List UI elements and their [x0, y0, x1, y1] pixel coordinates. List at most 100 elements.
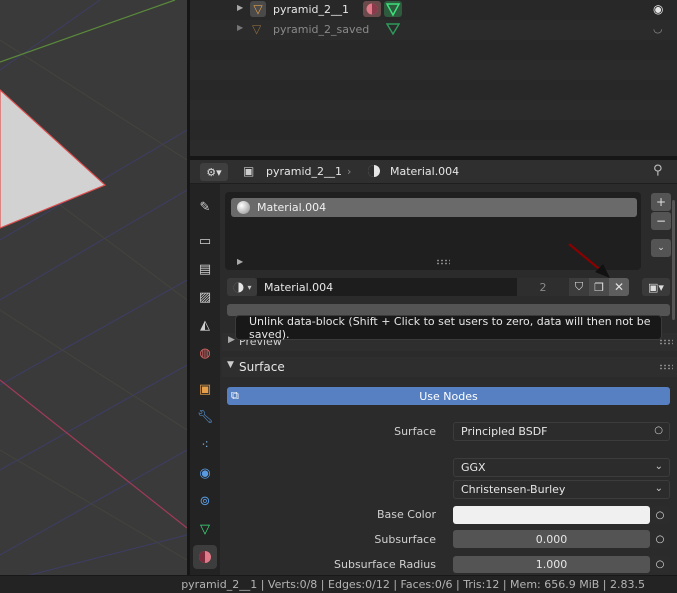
- node-socket-icon: ○: [655, 509, 665, 521]
- world-icon: ◍: [199, 345, 211, 361]
- subsurface-radius-label: Subsurface Radius: [334, 558, 436, 571]
- mesh-data-icon: ▽: [200, 521, 210, 537]
- disclosure-triangle-icon[interactable]: ▶: [237, 23, 243, 32]
- use-nodes-button[interactable]: ⧉ Use Nodes: [227, 387, 670, 405]
- outliner-row: [190, 80, 677, 100]
- panel-drag-handle[interactable]: [659, 339, 673, 345]
- outliner-row: [190, 100, 677, 120]
- tab-mesh-data[interactable]: ▽: [193, 517, 217, 541]
- subsurface-value-field[interactable]: 0.000: [453, 530, 650, 548]
- unlink-tooltip: Unlink data-block (Shift + Click to set …: [235, 315, 662, 341]
- object-icon: ▣: [198, 381, 212, 397]
- outliner-row[interactable]: ▶ ▽ pyramid_2__1 ◉: [190, 0, 677, 20]
- tab-modifiers[interactable]: 🔧︎: [193, 405, 217, 429]
- printer-icon: ▤: [198, 261, 212, 277]
- tab-object[interactable]: ▣: [193, 377, 217, 401]
- tab-physics[interactable]: ◉: [193, 461, 217, 485]
- wrench-icon: 🔧︎: [196, 409, 214, 425]
- constraint-icon: ⊚: [199, 493, 211, 509]
- node-socket-icon: ○: [654, 425, 663, 436]
- 3d-viewport[interactable]: [0, 0, 187, 575]
- panel-drag-handle[interactable]: [659, 364, 673, 370]
- editor-type-menu[interactable]: ⚙▾: [200, 163, 228, 181]
- browse-material-button[interactable]: ▾: [227, 278, 257, 296]
- distribution-value: GGX: [461, 461, 486, 474]
- subsurface-radius-field[interactable]: 1.000: [453, 556, 650, 573]
- base-color-label: Base Color: [376, 508, 436, 521]
- outliner-row: [190, 40, 677, 60]
- node-socket-icon: ○: [655, 559, 665, 570]
- tab-world[interactable]: ◍: [193, 341, 217, 365]
- material-icon: [366, 163, 382, 182]
- surface-label: Surface: [394, 425, 436, 438]
- base-color-swatch[interactable]: [453, 506, 650, 524]
- chevron-down-icon: ⌄: [654, 483, 663, 494]
- subsurface-method-value: Christensen-Burley: [461, 483, 566, 496]
- collapse-triangle-icon: ▶: [228, 335, 235, 345]
- tab-tool[interactable]: ✎: [193, 195, 217, 219]
- tool-icon: ✎: [199, 199, 211, 215]
- subsurface-method-dropdown[interactable]: Christensen-Burley ⌄: [453, 480, 670, 499]
- object-data-icon: ▣: [243, 164, 255, 178]
- material-name-field[interactable]: Material.004: [257, 278, 517, 296]
- annotation-arrow: [568, 243, 610, 278]
- subsurface-socket-button[interactable]: ○: [650, 530, 670, 548]
- use-nodes-label: Use Nodes: [419, 389, 478, 403]
- object-icon: ▽: [252, 22, 262, 36]
- material-slot-item[interactable]: Material.004: [231, 198, 637, 217]
- mesh-data-icon[interactable]: [384, 1, 402, 17]
- disclosure-triangle-icon[interactable]: ▶: [237, 3, 243, 12]
- breadcrumb-material: Material.004: [390, 165, 460, 178]
- material-preview-icon: [237, 201, 250, 214]
- scrollbar[interactable]: [672, 200, 675, 320]
- surface-panel-header[interactable]: ▼ Surface: [222, 357, 677, 377]
- material-icon[interactable]: [363, 1, 381, 17]
- tab-material[interactable]: [193, 545, 217, 569]
- outliner-row: [190, 140, 677, 156]
- pin-icon[interactable]: ⚲: [653, 163, 663, 178]
- remove-slot-button[interactable]: −: [651, 212, 671, 230]
- outliner-row[interactable]: ▶ ▽ pyramid_2_saved ◡: [190, 20, 677, 40]
- outliner[interactable]: ▶ ▽ pyramid_2__1 ◉ ▶ ▽ pyramid_2_saved ◡: [190, 0, 677, 156]
- scene-icon: ◭: [200, 317, 210, 333]
- tab-constraints[interactable]: ⊚: [193, 489, 217, 513]
- surface-shader-value: Principled BSDF: [461, 425, 548, 438]
- status-bar: pyramid_2__1 | Verts:0/8 | Edges:0/12 | …: [0, 575, 677, 593]
- material-slot-label: Material.004: [257, 201, 327, 214]
- surface-shader-field[interactable]: Principled BSDF ○: [453, 422, 670, 441]
- eye-icon[interactable]: ◉: [653, 2, 663, 16]
- camera-icon: ▭: [198, 233, 212, 249]
- link-data-icon: ▣▾: [648, 280, 664, 294]
- distribution-dropdown[interactable]: GGX ⌄: [453, 458, 670, 477]
- resize-handle[interactable]: [436, 259, 450, 265]
- outliner-item-label[interactable]: pyramid_2__1: [273, 3, 349, 16]
- tab-view-layer[interactable]: ▨: [193, 285, 217, 309]
- add-slot-button[interactable]: +: [651, 193, 671, 211]
- subsurface-radius-socket-button[interactable]: ○: [650, 556, 670, 573]
- properties-tabs: ✎ ▭ ▤ ▨ ◭ ◍ ▣ 🔧︎ ⁖ ◉ ⊚ ▽: [190, 184, 220, 575]
- chevron-down-icon: ⌄: [657, 243, 665, 253]
- tab-output[interactable]: ▤: [193, 257, 217, 281]
- material-icon: [233, 282, 244, 292]
- expand-triangle-icon: ▼: [227, 360, 234, 370]
- tab-render[interactable]: ▭: [193, 229, 217, 253]
- node-tree-icon: ⧉: [231, 389, 239, 402]
- mesh-data-icon[interactable]: [385, 22, 401, 39]
- expand-triangle-icon[interactable]: ▶: [237, 257, 243, 266]
- eye-closed-icon[interactable]: ◡: [653, 22, 663, 35]
- outliner-item-label[interactable]: pyramid_2_saved: [273, 23, 369, 36]
- tab-particles[interactable]: ⁖: [193, 433, 217, 457]
- chevron-down-icon: ⌄: [654, 461, 663, 472]
- properties-header: ⚙▾ ▣ pyramid_2__1 › Material.004 ⚲: [190, 160, 677, 184]
- link-mode-menu[interactable]: ▣▾: [642, 278, 670, 296]
- breadcrumb-separator: ›: [347, 165, 352, 178]
- image-icon: ▨: [198, 289, 212, 305]
- particles-icon: ⁖: [201, 437, 209, 453]
- slot-specials-menu[interactable]: ⌄: [651, 239, 671, 257]
- base-color-socket-button[interactable]: ○: [650, 506, 670, 524]
- breadcrumb-object: pyramid_2__1: [266, 165, 343, 178]
- viewport-grid: [0, 0, 187, 575]
- tab-scene[interactable]: ◭: [193, 313, 217, 337]
- chevron-down-icon: ▾: [247, 282, 252, 292]
- node-socket-icon: ○: [655, 533, 665, 545]
